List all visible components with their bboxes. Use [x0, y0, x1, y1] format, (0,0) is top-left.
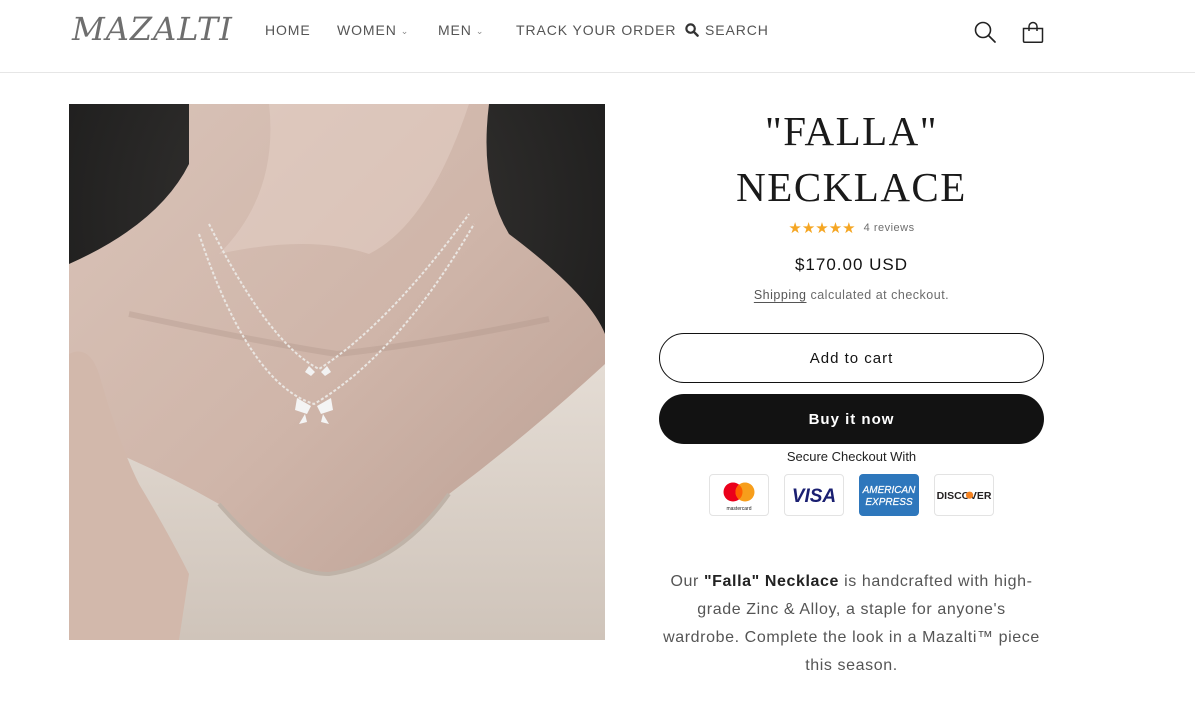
payment-badges: mastercard VISA AMERICAN EXPRESS DISCOVE… [709, 474, 994, 516]
american-express-icon: AMERICAN EXPRESS [859, 474, 919, 516]
visa-icon: VISA [784, 474, 844, 516]
buy-it-now-button[interactable]: Buy it now [659, 394, 1044, 444]
secure-checkout-label: Secure Checkout With [786, 449, 917, 464]
rating-stars-icon: ★★★★★ [788, 219, 856, 237]
discover-icon: DISCOVER [934, 474, 994, 516]
nav-track-order-label: TRACK YOUR ORDER [516, 22, 677, 38]
necklace-photo [69, 104, 605, 640]
product-image[interactable] [69, 104, 605, 640]
nav-home-label: HOME [265, 22, 311, 38]
chevron-down-icon: ⌄ [400, 25, 410, 36]
product-title: "FALLA" NECKLACE [659, 103, 1044, 215]
mastercard-label: mastercard [726, 506, 751, 512]
review-count[interactable]: 4 reviews [864, 222, 915, 234]
shipping-note: Shipping calculated at checkout. [659, 288, 1044, 302]
site-header: MAZALTI HOME WOMEN ⌄ MEN ⌄ TRACK YOUR ORDE… [0, 0, 1195, 73]
nav-track-order[interactable]: TRACK YOUR ORDER [516, 22, 676, 38]
visa-label: VISA [792, 486, 836, 507]
nav-men-label: MEN [438, 22, 472, 38]
product-title-line2: NECKLACE [736, 164, 967, 210]
nav-women[interactable]: WOMEN ⌄ [337, 22, 409, 38]
search-icon [685, 23, 699, 37]
description-product-name: "Falla" Necklace [703, 573, 840, 590]
product-price: $170.00 USD [794, 255, 909, 274]
product-rating[interactable]: ★★★★★ 4 reviews [659, 219, 1044, 237]
amex-label-line1: AMERICAN [862, 485, 917, 496]
shipping-text: calculated at checkout. [806, 288, 950, 302]
nav-search-label: SEARCH [705, 22, 769, 38]
shipping-link[interactable]: Shipping [754, 288, 807, 302]
mastercard-icon: mastercard [709, 474, 769, 516]
amex-label-line2: EXPRESS [865, 497, 913, 508]
chevron-down-icon: ⌄ [475, 25, 485, 36]
description-prefix: Our [670, 573, 704, 590]
search-icon [974, 21, 996, 43]
product-info: "FALLA" NECKLACE ★★★★★ 4 reviews $170.00… [659, 100, 1044, 674]
add-to-cart-button[interactable]: Add to cart [659, 333, 1044, 383]
product-title-line1: "FALLA" [764, 108, 939, 154]
discover-label: DISCOVER [937, 490, 992, 502]
nav-men[interactable]: MEN ⌄ [438, 22, 484, 38]
header-cart-button[interactable] [1021, 20, 1045, 44]
nav-women-label: WOMEN [337, 22, 397, 38]
header-search-button[interactable] [973, 20, 997, 44]
nav-home[interactable]: HOME [265, 22, 311, 38]
nav-search[interactable]: SEARCH [685, 22, 769, 38]
cart-icon [1022, 21, 1044, 43]
product-description: Our "Falla" Necklace is handcrafted with… [659, 568, 1044, 680]
store-logo[interactable]: MAZALTI [72, 10, 233, 48]
